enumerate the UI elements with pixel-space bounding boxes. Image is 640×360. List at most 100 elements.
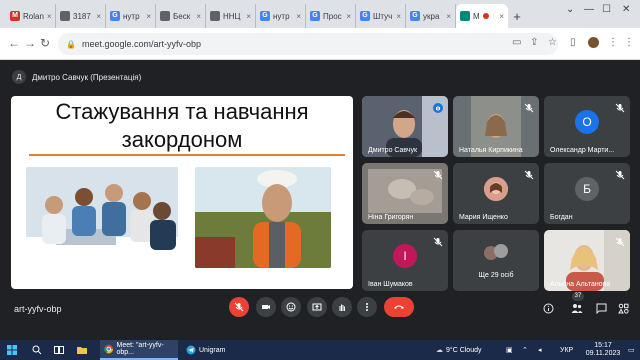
task-view-icon[interactable]: [53, 340, 65, 360]
chat-icon[interactable]: [594, 301, 608, 315]
activities-icon[interactable]: [616, 301, 630, 315]
close-window-icon[interactable]: ✕: [622, 4, 630, 15]
close-tab-icon[interactable]: ×: [446, 12, 451, 21]
people-icon[interactable]: [570, 301, 584, 315]
browser-tab[interactable]: 3187 ×: [56, 4, 106, 28]
close-tab-icon[interactable]: ×: [96, 12, 101, 21]
profile-avatar[interactable]: [588, 37, 599, 51]
leave-call-button[interactable]: [384, 297, 414, 317]
browser-tab[interactable]: G Прос ×: [306, 4, 356, 28]
slide-title: Стажування та навчання закордоном: [11, 98, 353, 154]
menu-icon[interactable]: ⋮: [624, 37, 634, 48]
browser-tab[interactable]: Gукра ×: [406, 4, 456, 28]
participant-tile[interactable]: О Олександр Марти...: [544, 96, 630, 157]
participant-name: Альона Альтанова: [550, 281, 611, 288]
taskbar-search-icon[interactable]: [30, 340, 44, 360]
extensions-icon[interactable]: ⋮: [608, 37, 618, 48]
participant-tile[interactable]: Альона Альтанова: [544, 230, 630, 291]
chrome-window-label: Meet: "art-yyfv-obp...: [116, 342, 164, 356]
input-language[interactable]: УКР: [560, 340, 578, 360]
more-avatars: [484, 242, 508, 264]
more-participants-label: Ще 29 осіб: [478, 272, 514, 279]
presentation-slide: Стажування та навчання закордоном: [11, 96, 353, 289]
participants-count-badge: 37: [572, 292, 584, 301]
close-tab-icon[interactable]: ×: [146, 12, 151, 21]
participant-name: Богдан: [550, 214, 573, 221]
taskbar-chrome-window[interactable]: Meet: "art-yyfv-obp...: [100, 340, 178, 360]
meet-stage: Д Дмитро Савчук (Презентація) Стажування…: [0, 61, 640, 340]
tab-label: ННЦ: [223, 11, 241, 21]
browser-tab[interactable]: ННЦ ×: [206, 4, 256, 28]
tray-chevron-icon[interactable]: ⌃: [522, 340, 532, 360]
clock[interactable]: 15:17 09.11.2023: [582, 340, 624, 360]
back-icon[interactable]: ←: [8, 36, 20, 50]
tab-favicon-icon: [210, 11, 220, 21]
camera-button[interactable]: [256, 297, 276, 317]
participant-tile[interactable]: Дмитро Савчук: [362, 96, 448, 157]
taskbar-unigram-window[interactable]: Unigram: [182, 340, 230, 360]
close-tab-icon[interactable]: ×: [346, 12, 351, 21]
close-tab-icon[interactable]: ×: [246, 12, 251, 21]
share-icon[interactable]: ⇪: [530, 37, 538, 48]
raise-hand-button[interactable]: [332, 297, 352, 317]
close-tab-icon[interactable]: ×: [296, 12, 301, 21]
side-panel-icon[interactable]: ▯: [570, 37, 576, 48]
tab-favicon-icon: M: [10, 11, 20, 21]
participant-name: Іван Шумаков: [368, 281, 413, 288]
emoji-button[interactable]: [281, 297, 301, 317]
browser-toolbar: ← → ↻ 🔒 meet.google.com/art-yyfv-obp ▭ ⇪…: [0, 28, 640, 60]
tab-favicon-icon: G: [110, 11, 120, 21]
participant-tile[interactable]: І Іван Шумаков: [362, 230, 448, 291]
tab-label: 3187: [73, 11, 91, 21]
tab-label: M: [473, 11, 480, 21]
minimize-icon[interactable]: —: [584, 4, 594, 15]
reload-icon[interactable]: ↻: [40, 36, 50, 50]
unigram-window-label: Unigram: [199, 346, 226, 354]
weather-widget[interactable]: ☁ 9°C Cloudy: [436, 340, 496, 360]
browser-tab-active[interactable]: M ×: [456, 4, 508, 28]
meeting-details-icon[interactable]: [541, 301, 555, 315]
maximize-icon[interactable]: ☐: [602, 4, 611, 15]
participant-name: Мария Ищенко: [459, 214, 508, 221]
network-icon[interactable]: ▣: [506, 340, 516, 360]
windows-start-icon[interactable]: [4, 340, 20, 360]
mic-off-button[interactable]: [229, 297, 249, 317]
camera-in-use-icon[interactable]: ▭: [512, 37, 521, 48]
more-options-button[interactable]: [357, 297, 377, 317]
more-participants-tile[interactable]: Ще 29 осіб: [453, 230, 539, 291]
mic-muted-icon: [615, 234, 625, 247]
participant-tile[interactable]: Наталья Кирпикина: [453, 96, 539, 157]
browser-tab[interactable]: Беск ×: [156, 4, 206, 28]
tab-label: Штуч: [373, 11, 393, 21]
forward-icon[interactable]: →: [24, 36, 36, 50]
recording-dot-icon: [482, 13, 489, 19]
close-tab-icon[interactable]: ×: [499, 12, 504, 21]
present-button[interactable]: [307, 297, 327, 317]
browser-tab[interactable]: Gнутр ×: [106, 4, 156, 28]
mic-muted-icon: [433, 234, 443, 247]
participant-tile[interactable]: Б Богдан: [544, 163, 630, 224]
chrome-icon: [104, 344, 114, 354]
close-tab-icon[interactable]: ×: [196, 12, 201, 21]
close-tab-icon[interactable]: ×: [47, 12, 52, 21]
clock-date: 09.11.2023: [585, 350, 621, 357]
windows-taskbar: Meet: "art-yyfv-obp... Unigram ☁ 9°C Clo…: [0, 340, 640, 360]
browser-tab[interactable]: Gнутр ×: [256, 4, 306, 28]
tab-search-icon[interactable]: ⌄: [566, 4, 574, 15]
participant-name: Дмитро Савчук: [368, 147, 418, 154]
tab-label: Беск: [173, 11, 191, 21]
mic-muted-icon: [524, 167, 534, 180]
new-tab-button[interactable]: +: [508, 4, 526, 28]
cloud-icon: ☁: [436, 347, 443, 354]
file-explorer-icon[interactable]: [76, 340, 88, 360]
volume-icon[interactable]: ◂: [538, 340, 548, 360]
address-bar[interactable]: 🔒 meet.google.com/art-yyfv-obp: [58, 33, 558, 55]
browser-tab[interactable]: G Штуч ×: [356, 4, 406, 28]
notifications-icon[interactable]: ▭: [628, 340, 636, 360]
participant-tile[interactable]: Ніна Григорян: [362, 163, 448, 224]
close-tab-icon[interactable]: ×: [396, 12, 401, 21]
participant-tile[interactable]: Мария Ищенко: [453, 163, 539, 224]
bookmark-star-icon[interactable]: ☆: [548, 37, 557, 48]
browser-tab[interactable]: M Rolan ×: [6, 4, 56, 28]
site-info-icon[interactable]: 🔒: [66, 40, 76, 49]
